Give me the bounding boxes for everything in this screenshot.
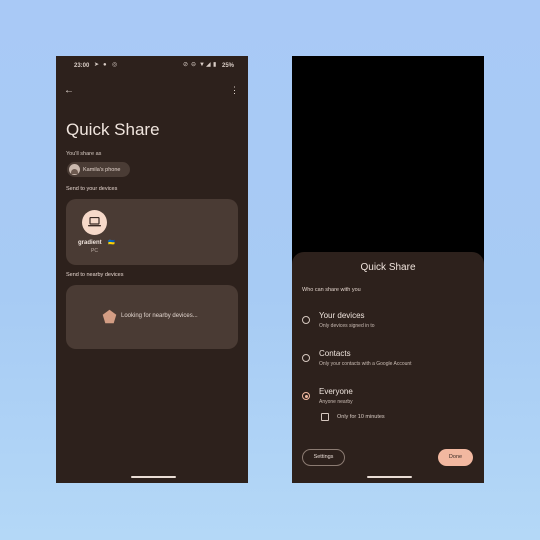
messenger-icon: ● xyxy=(103,62,107,68)
right-phone-screen: Quick Share Who can share with you Your … xyxy=(292,56,484,483)
radio-your-devices[interactable] xyxy=(302,316,310,324)
option-everyone-title[interactable]: Everyone xyxy=(319,387,353,396)
device-name: gradient xyxy=(78,240,102,246)
laptop-icon xyxy=(88,217,101,227)
pentagon-icon xyxy=(102,309,117,324)
device-type: PC xyxy=(91,248,98,254)
option-your-devices-desc: Only devices signed in to xyxy=(319,323,375,329)
signal-icon: ◢ xyxy=(206,62,211,68)
battery-percent: 25% xyxy=(221,63,234,69)
dnd-icon: ⊖ xyxy=(191,62,197,68)
ten-minutes-label[interactable]: Only for 10 minutes xyxy=(337,414,385,420)
battery-icon: ▮ xyxy=(213,62,217,68)
camera-icon: ◎ xyxy=(112,62,118,68)
device-name-chip[interactable]: Kamila's phone xyxy=(67,162,130,177)
wifi-icon: ▼ xyxy=(199,62,205,68)
nearby-status-text: Looking for nearby devices... xyxy=(121,313,198,319)
visibility-bottom-sheet: Quick Share Who can share with you Your … xyxy=(292,252,484,483)
option-everyone-desc: Anyone nearby xyxy=(319,399,353,405)
page-title: Quick Share xyxy=(66,120,160,139)
who-can-share-label: Who can share with you xyxy=(302,287,361,293)
option-your-devices-title[interactable]: Your devices xyxy=(319,311,365,320)
flag-icon: 🇺🇦 xyxy=(108,240,115,246)
mute-icon: ⊘ xyxy=(183,62,189,68)
gesture-bar-right[interactable] xyxy=(367,476,412,478)
status-time: 23:00 xyxy=(74,63,90,69)
left-phone-screen: 23:00 ➤ ● ◎ ⊘ ⊖ ▼ ◢ ▮ 25% ← ⋮ Quick Shar… xyxy=(56,56,248,483)
settings-button[interactable]: Settings xyxy=(302,449,345,466)
back-arrow-icon[interactable]: ← xyxy=(64,85,74,96)
send-to-nearby-label: Send to nearby devices xyxy=(66,272,124,278)
avatar xyxy=(69,164,80,175)
device-target[interactable] xyxy=(82,210,107,235)
option-contacts-desc: Only your contacts with a Google Account xyxy=(319,361,412,367)
status-bar: 23:00 ➤ ● ◎ ⊘ ⊖ ▼ ◢ ▮ 25% xyxy=(56,56,248,76)
ten-minutes-checkbox[interactable] xyxy=(321,413,329,421)
option-contacts-title[interactable]: Contacts xyxy=(319,349,351,358)
devices-card: gradient 🇺🇦 PC xyxy=(66,199,238,265)
send-to-devices-label: Send to your devices xyxy=(66,186,118,192)
radio-everyone[interactable] xyxy=(302,392,310,400)
radio-contacts[interactable] xyxy=(302,354,310,362)
nearby-card: Looking for nearby devices... xyxy=(66,285,238,349)
sheet-title: Quick Share xyxy=(360,262,416,273)
device-name-text: Kamila's phone xyxy=(83,167,121,173)
gesture-bar[interactable] xyxy=(131,476,176,478)
more-vert-icon[interactable]: ⋮ xyxy=(230,85,239,96)
telegram-icon: ➤ xyxy=(94,62,100,68)
share-as-label: You'll share as xyxy=(66,151,102,157)
done-button[interactable]: Done xyxy=(438,449,473,466)
